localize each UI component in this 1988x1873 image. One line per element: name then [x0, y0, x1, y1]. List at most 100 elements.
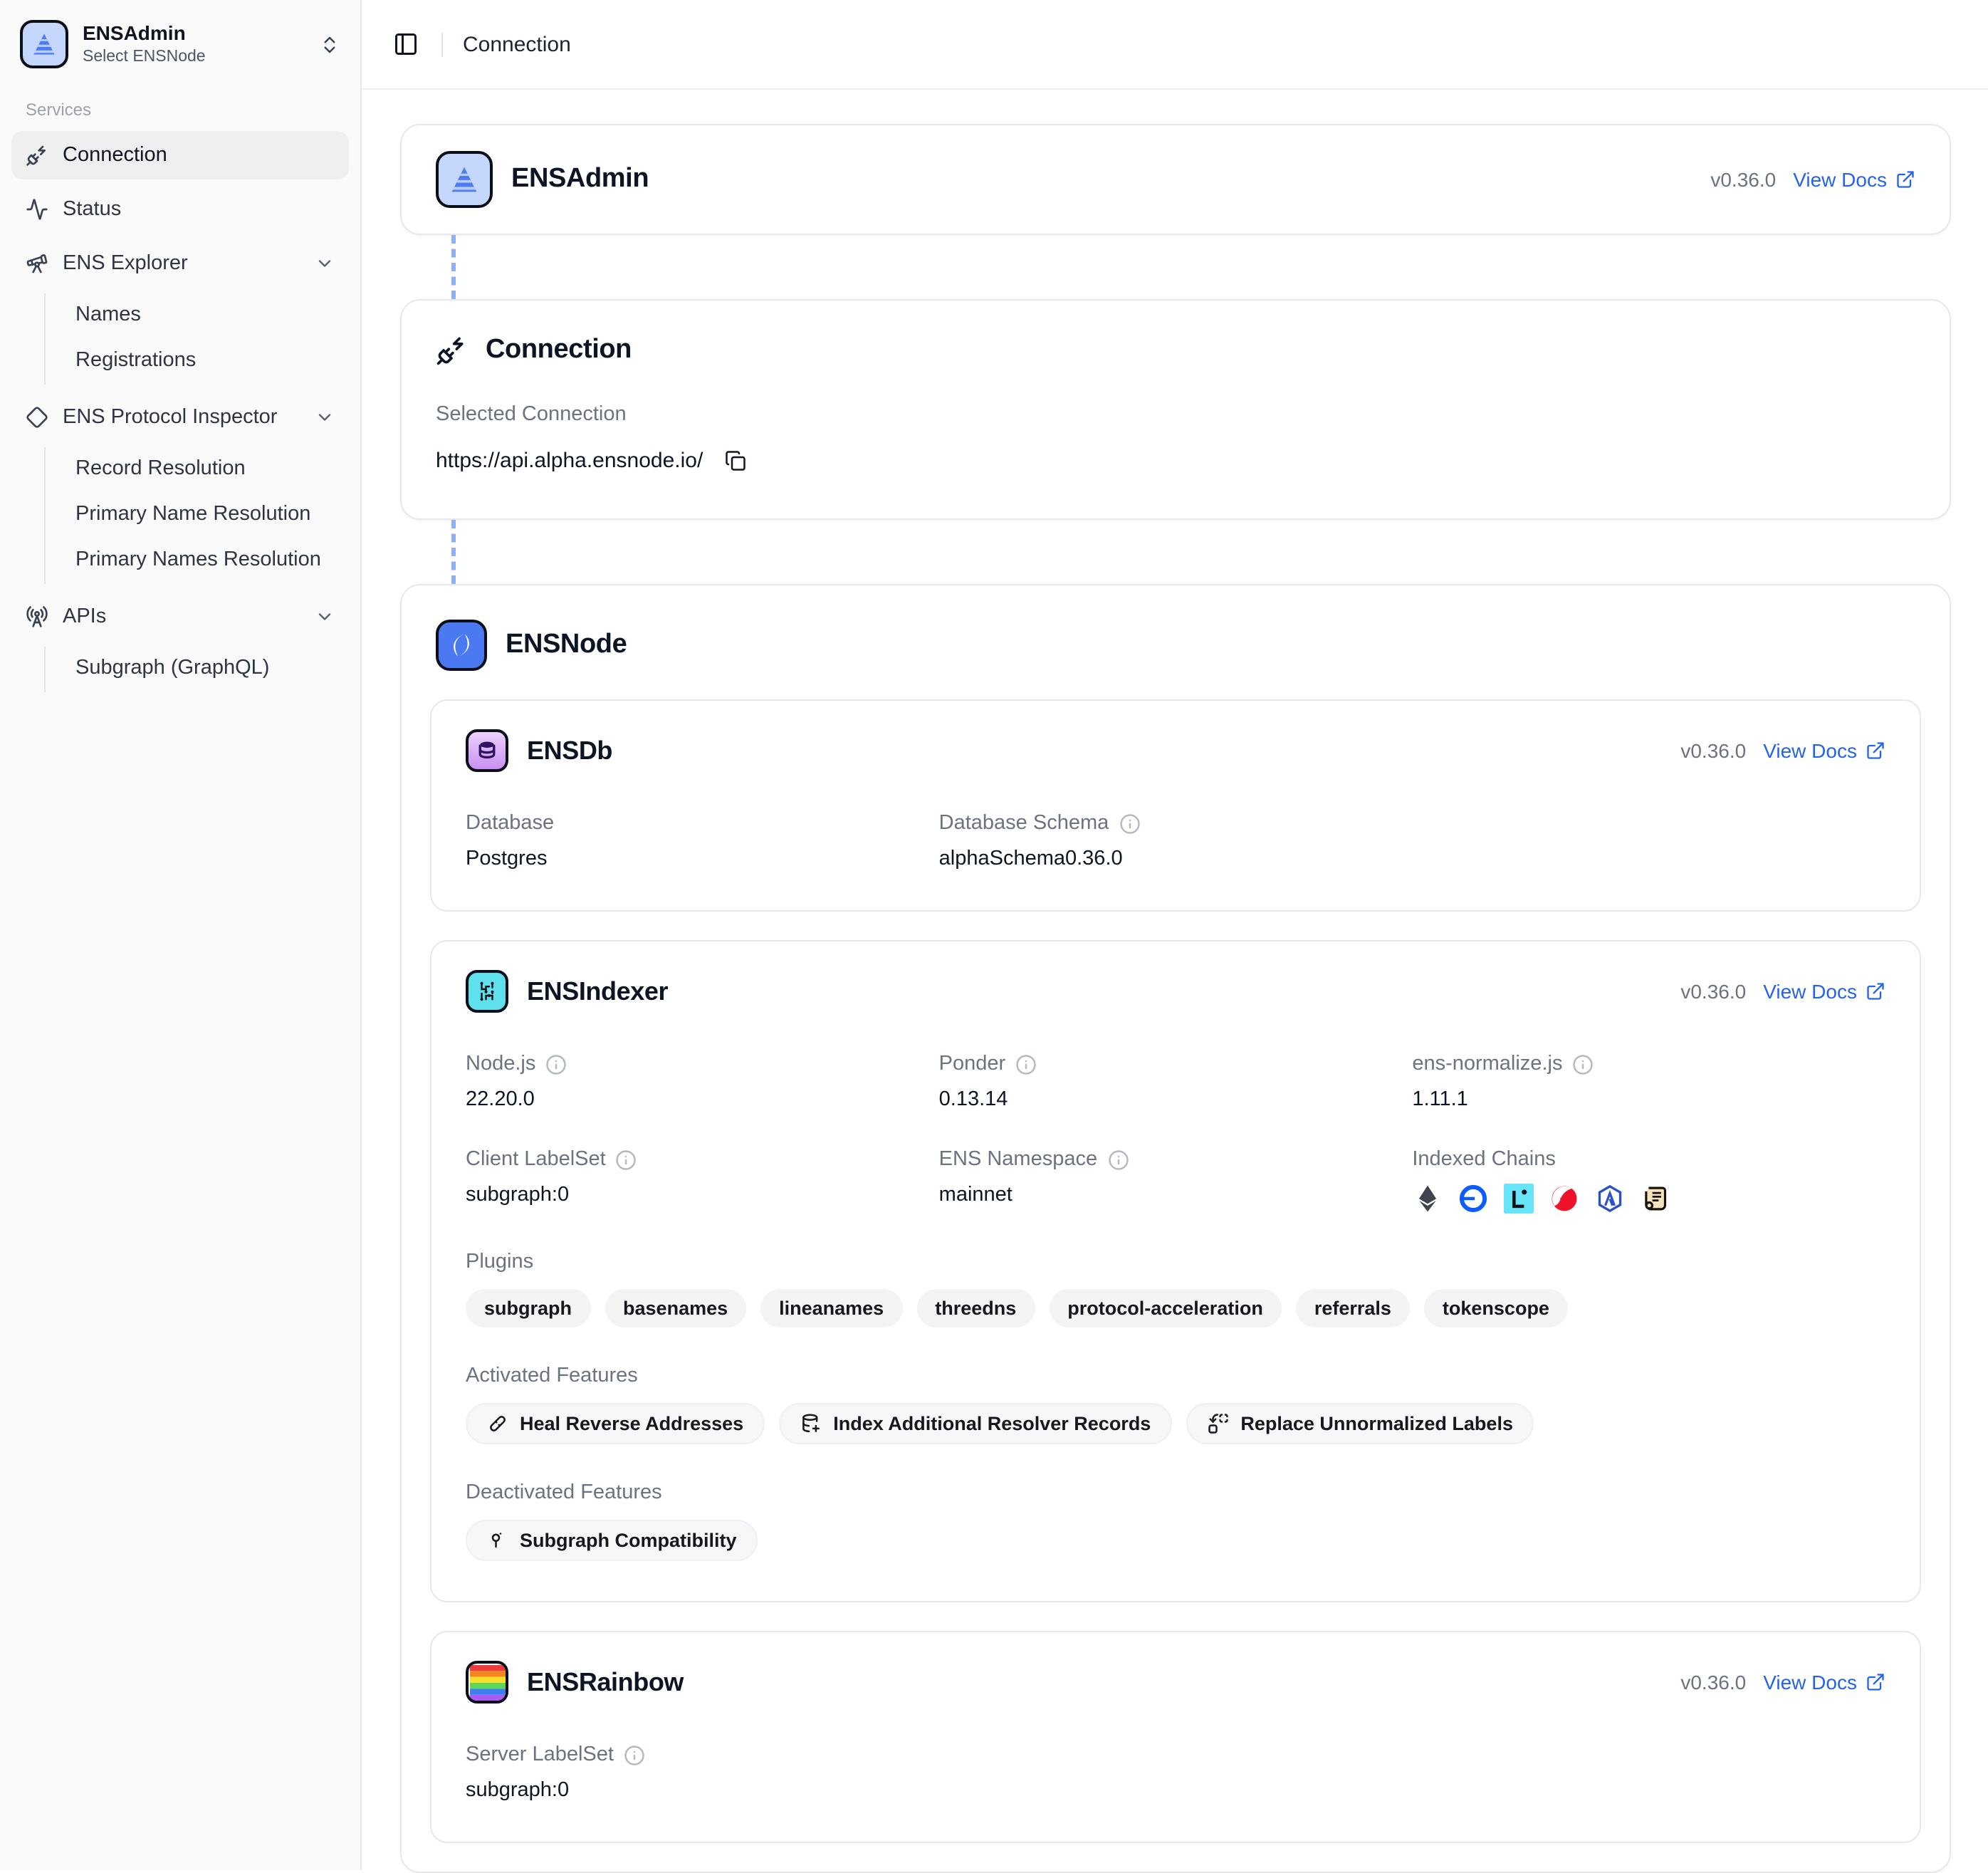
ensdb-card-title: ENSDb: [527, 736, 612, 766]
sidebar-item-ens-explorer[interactable]: ENS Explorer: [11, 239, 349, 288]
ens-namespace-label: ENS Namespace: [939, 1148, 1097, 1171]
plug-zap-icon: [436, 335, 467, 366]
info-icon[interactable]: [1107, 1149, 1129, 1170]
server-labelset-value: subgraph:0: [466, 1779, 939, 1802]
ensadmin-version: v0.36.0: [1710, 168, 1776, 191]
client-labelset-label: Client LabelSet: [466, 1148, 606, 1171]
ensindexer-version: v0.36.0: [1680, 980, 1746, 1003]
connection-card-title: Connection: [486, 335, 632, 366]
ensdb-logo-icon: [466, 729, 508, 772]
plugin-badge: threedns: [916, 1289, 1035, 1327]
app-root: ENSAdmin Select ENSNode Services Connect…: [0, 0, 1988, 1870]
ensdb-card: ENSDb v0.36.0 View Docs Database: [430, 699, 1921, 912]
ensnode-selector[interactable]: ENSAdmin Select ENSNode: [11, 14, 349, 74]
ensadmin-card-title: ENSAdmin: [511, 164, 649, 195]
info-icon[interactable]: [624, 1744, 645, 1765]
chevron-down-icon: [315, 407, 335, 427]
sidebar-item-label: ENS Protocol Inspector: [63, 406, 277, 429]
ens-normalize-field: ens-normalize.js 1.11.1: [1412, 1053, 1885, 1111]
activity-icon: [26, 198, 48, 221]
ens-explorer-sublist: Names Registrations: [44, 293, 349, 385]
indexed-chains-label: Indexed Chains: [1412, 1148, 1885, 1171]
ensadmin-logo-icon: [436, 151, 493, 208]
sidebar-item-label: Status: [63, 198, 121, 221]
nodejs-label: Node.js: [466, 1053, 535, 1075]
ponder-field: Ponder 0.13.14: [939, 1053, 1413, 1111]
sidebar-toggle-button[interactable]: [384, 23, 427, 66]
selected-connection-label: Selected Connection: [436, 403, 1915, 426]
replace-icon: [1208, 1413, 1229, 1434]
server-labelset-label: Server LabelSet: [466, 1743, 614, 1766]
info-icon[interactable]: [1119, 813, 1140, 834]
sidebar-item-primary-names-resolution[interactable]: Primary Names Resolution: [61, 538, 349, 581]
ensrainbow-card: ENSRainbow v0.36.0 View Docs Server: [430, 1631, 1921, 1843]
sidebar-item-status[interactable]: Status: [11, 185, 349, 234]
sidebar-item-subgraph-graphql[interactable]: Subgraph (GraphQL): [61, 647, 349, 689]
chevron-down-icon: [315, 607, 335, 627]
feature-badge: Index Additional Resolver Records: [779, 1403, 1172, 1444]
chevron-down-icon: [315, 254, 335, 273]
nodejs-field: Node.js 22.20.0: [466, 1053, 939, 1111]
copy-url-button[interactable]: [717, 442, 754, 479]
sidebar-item-names[interactable]: Names: [61, 293, 349, 336]
ensnode-card-title: ENSNode: [506, 630, 627, 661]
protocol-inspector-sublist: Record Resolution Primary Name Resolutio…: [44, 447, 349, 584]
external-link-icon: [1866, 741, 1885, 761]
sidebar-item-ens-protocol-inspector[interactable]: ENS Protocol Inspector: [11, 393, 349, 442]
main-area: Connection: [362, 0, 1988, 1870]
activated-features-list: Heal Reverse Addresses Index Additional …: [466, 1403, 1885, 1444]
database-schema-value: alphaSchema0.36.0: [939, 847, 1413, 870]
external-link-icon: [1866, 981, 1885, 1001]
sidebar-item-connection[interactable]: Connection: [11, 131, 349, 179]
breadcrumb: Connection: [463, 32, 571, 56]
sidebar-item-registrations[interactable]: Registrations: [61, 339, 349, 382]
pin-icon: [487, 1530, 508, 1551]
ensadmin-logo-icon: [20, 20, 68, 68]
activated-features-label: Activated Features: [466, 1365, 1885, 1387]
client-labelset-value: subgraph:0: [466, 1184, 939, 1206]
diamond-icon: [26, 406, 48, 429]
plugin-badge: subgraph: [466, 1289, 590, 1327]
ensindexer-view-docs-link[interactable]: View Docs: [1763, 980, 1885, 1003]
database-label: Database: [466, 812, 939, 835]
external-link-icon: [1895, 169, 1915, 189]
sidebar-item-record-resolution[interactable]: Record Resolution: [61, 447, 349, 490]
chevrons-up-down-icon: [319, 33, 340, 55]
info-icon[interactable]: [1572, 1053, 1594, 1075]
sidebar-item-apis[interactable]: APIs: [11, 593, 349, 641]
apis-sublist: Subgraph (GraphQL): [44, 647, 349, 692]
sidebar-section-label: Services: [11, 74, 349, 131]
bandage-icon: [487, 1413, 508, 1434]
database-schema-label: Database Schema: [939, 812, 1109, 835]
info-icon[interactable]: [616, 1149, 637, 1170]
database-field: Database Postgres: [466, 812, 939, 870]
scroll-chain-icon: [1640, 1184, 1670, 1214]
ens-namespace-field: ENS Namespace mainnet: [939, 1148, 1413, 1214]
info-icon[interactable]: [545, 1053, 567, 1075]
ensnode-logo-icon: [436, 620, 487, 671]
server-labelset-field: Server LabelSet subgraph:0: [466, 1743, 939, 1802]
database-schema-field: Database Schema alphaSchema0.36.0: [939, 812, 1413, 870]
feature-badge: Replace Unnormalized Labels: [1186, 1403, 1534, 1444]
sidebar-item-primary-name-resolution[interactable]: Primary Name Resolution: [61, 493, 349, 536]
app-title: ENSAdmin: [83, 21, 206, 46]
page-content: ENSAdmin v0.36.0 View Docs Conne: [362, 90, 1988, 1873]
info-icon[interactable]: [1015, 1053, 1037, 1075]
plug-zap-icon: [26, 144, 48, 167]
ensdb-view-docs-link[interactable]: View Docs: [1763, 739, 1885, 762]
ensrainbow-view-docs-link[interactable]: View Docs: [1763, 1671, 1885, 1694]
card-connector-line: [451, 520, 1951, 584]
ethereum-chain-icon: [1412, 1184, 1442, 1214]
ensadmin-view-docs-link[interactable]: View Docs: [1793, 168, 1915, 191]
plugin-badge: tokenscope: [1424, 1289, 1568, 1327]
ens-normalize-value: 1.11.1: [1412, 1088, 1885, 1111]
deactivated-features-label: Deactivated Features: [466, 1481, 1885, 1504]
feature-badge: Subgraph Compatibility: [466, 1520, 758, 1561]
ponder-label: Ponder: [939, 1053, 1006, 1075]
arbitrum-chain-icon: [1594, 1184, 1624, 1214]
ensdb-version: v0.36.0: [1680, 739, 1746, 762]
sidebar-item-label: ENS Explorer: [63, 252, 188, 275]
sidebar: ENSAdmin Select ENSNode Services Connect…: [0, 0, 362, 1870]
nodejs-value: 22.20.0: [466, 1088, 939, 1111]
topbar-divider: [441, 32, 443, 56]
